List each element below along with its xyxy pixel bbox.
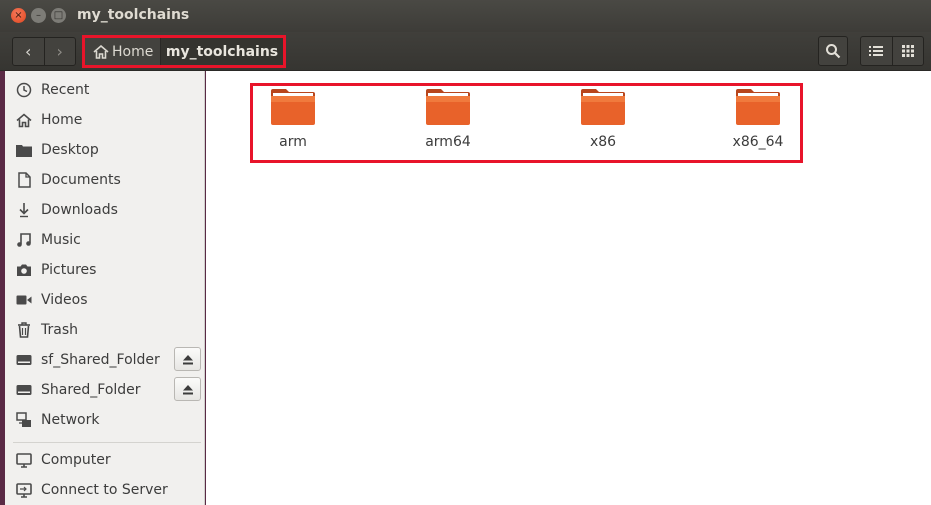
- sidebar-item-label: Desktop: [41, 142, 99, 158]
- clock-icon: [15, 81, 33, 99]
- sidebar-separator: [13, 442, 201, 443]
- folder-name: arm: [279, 134, 307, 150]
- folder-name: arm64: [425, 134, 471, 150]
- toolbar: ‹ › Home my_toolchains: [0, 32, 931, 71]
- breadcrumb-home-label: Home: [112, 43, 154, 60]
- sidebar-item-label: Computer: [41, 452, 111, 468]
- folder-icon: [581, 89, 625, 125]
- music-icon: [15, 231, 33, 249]
- grid-view-button[interactable]: [891, 37, 924, 65]
- folder-item[interactable]: x86_64: [713, 88, 803, 150]
- folder-item[interactable]: x86: [558, 88, 648, 150]
- sidebar-item-trash[interactable]: Trash: [5, 316, 205, 344]
- folder-item[interactable]: arm: [248, 88, 338, 150]
- trash-icon: [15, 321, 33, 339]
- folder-icon: [271, 89, 315, 125]
- sidebar-item-downloads[interactable]: Downloads: [5, 196, 205, 224]
- back-button[interactable]: ‹: [13, 38, 44, 65]
- sidebar-item-label: Recent: [41, 82, 90, 98]
- list-view-button[interactable]: [861, 37, 892, 65]
- camera-icon: [15, 261, 33, 279]
- eject-icon: [182, 384, 193, 394]
- sidebar-item-documents[interactable]: Documents: [5, 166, 205, 194]
- drive-icon: [15, 351, 33, 369]
- view-toggle: [860, 36, 924, 66]
- drive-icon: [15, 381, 33, 399]
- breadcrumb-current[interactable]: my_toolchains: [161, 38, 283, 65]
- sidebar-item-label: Downloads: [41, 202, 118, 218]
- server-icon: [15, 481, 33, 499]
- list-view-icon: [869, 46, 884, 56]
- forward-button[interactable]: ›: [43, 38, 76, 65]
- sidebar-item-label: Documents: [41, 172, 121, 188]
- sidebar: Recent Home Desktop Documents Downloads …: [5, 71, 205, 505]
- sidebar-item-label: Music: [41, 232, 81, 248]
- sidebar-item-home[interactable]: Home: [5, 106, 205, 134]
- folder-icon: [426, 89, 470, 125]
- home-icon: [93, 44, 109, 59]
- eject-icon: [182, 354, 193, 364]
- folder-icon: [15, 141, 33, 159]
- download-icon: [15, 201, 33, 219]
- breadcrumb-home[interactable]: Home: [85, 38, 161, 65]
- search-icon: [826, 44, 841, 59]
- sidebar-item-label: Trash: [41, 322, 78, 338]
- sidebar-item-label: Shared_Folder: [41, 382, 141, 398]
- sidebar-item-label: Pictures: [41, 262, 97, 278]
- sidebar-item-label: Network: [41, 412, 100, 428]
- breadcrumb: Home my_toolchains: [82, 35, 286, 68]
- eject-button[interactable]: [174, 377, 201, 401]
- sidebar-item-network[interactable]: Network: [5, 406, 205, 434]
- grid-view-icon: [901, 45, 914, 57]
- folder-name: x86_64: [732, 134, 784, 150]
- window-title: my_toolchains: [77, 7, 190, 23]
- minimize-icon[interactable]: –: [31, 8, 46, 23]
- folder-name: x86: [589, 134, 617, 150]
- title-bar: × – □ my_toolchains: [0, 0, 931, 32]
- sidebar-item-connect-to-server[interactable]: Connect to Server: [5, 476, 205, 504]
- sidebar-item-shared-folder[interactable]: Shared_Folder: [5, 376, 205, 404]
- sidebar-item-computer[interactable]: Computer: [5, 446, 205, 474]
- sidebar-item-videos[interactable]: Videos: [5, 286, 205, 314]
- video-icon: [15, 291, 33, 309]
- sidebar-item-label: Home: [41, 112, 83, 128]
- file-view: arm arm64 x86 x86_64: [206, 71, 931, 505]
- close-icon[interactable]: ×: [11, 8, 26, 23]
- sidebar-item-label: Videos: [41, 292, 88, 308]
- sidebar-item-label: Connect to Server: [41, 482, 168, 498]
- sidebar-item-recent[interactable]: Recent: [5, 76, 205, 104]
- sidebar-item-desktop[interactable]: Desktop: [5, 136, 205, 164]
- maximize-icon[interactable]: □: [51, 8, 66, 23]
- document-icon: [15, 171, 33, 189]
- folder-item[interactable]: arm64: [403, 88, 493, 150]
- network-icon: [15, 411, 33, 429]
- home-icon: [15, 111, 33, 129]
- nav-buttons: ‹ ›: [12, 37, 76, 66]
- sidebar-item-pictures[interactable]: Pictures: [5, 256, 205, 284]
- computer-icon: [15, 451, 33, 469]
- sidebar-item-music[interactable]: Music: [5, 226, 205, 254]
- eject-button[interactable]: [174, 347, 201, 371]
- sidebar-item-sf-shared-folder[interactable]: sf_Shared_Folder: [5, 346, 205, 374]
- folder-icon: [736, 89, 780, 125]
- sidebar-item-label: sf_Shared_Folder: [41, 352, 160, 368]
- search-button[interactable]: [818, 36, 848, 66]
